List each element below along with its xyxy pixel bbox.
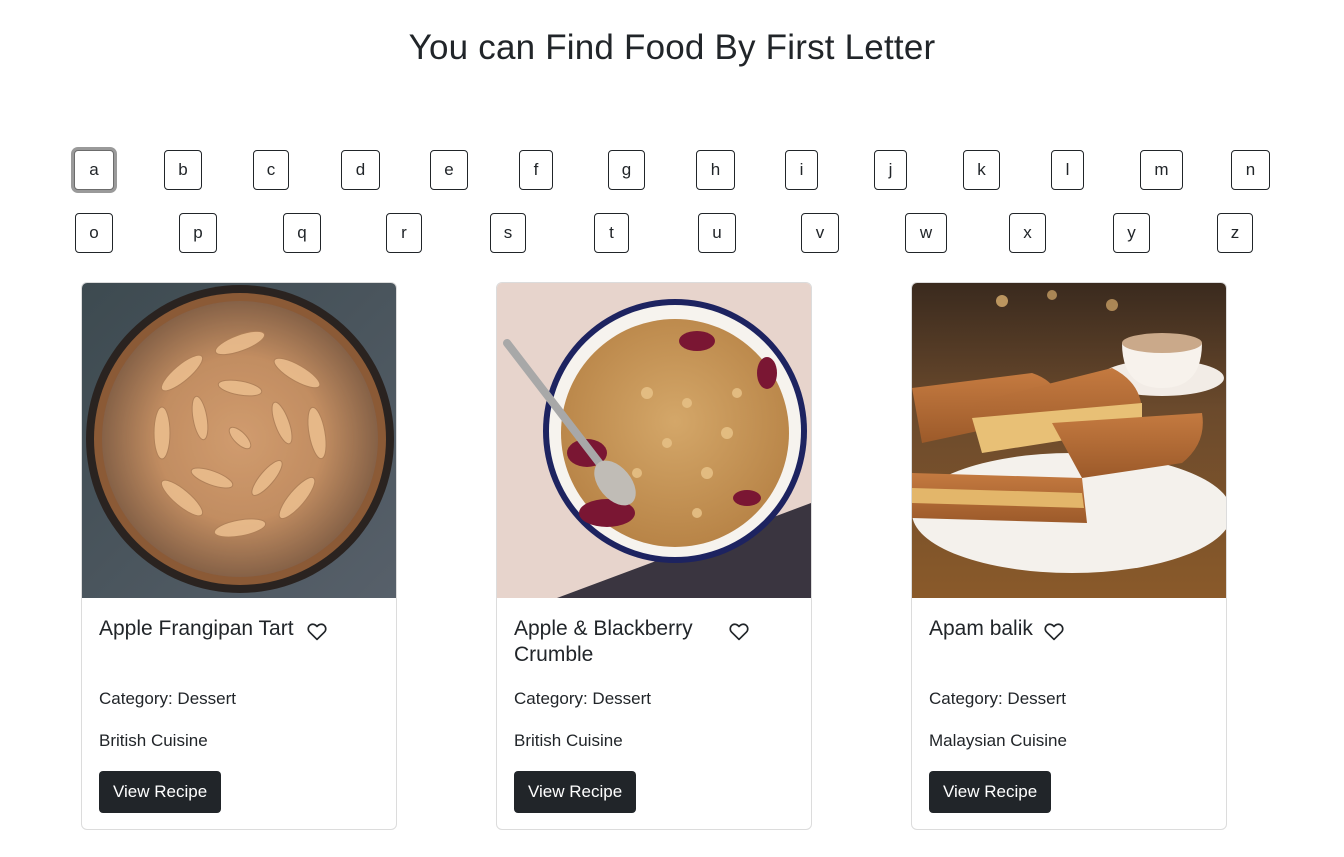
- letter-button-c[interactable]: c: [253, 150, 289, 190]
- meal-image-apple-blackberry-crumble: [497, 283, 811, 598]
- letter-button-j[interactable]: j: [874, 150, 907, 190]
- letter-button-y[interactable]: y: [1113, 213, 1150, 253]
- letter-button-b[interactable]: b: [164, 150, 202, 190]
- meal-card: Apple & Blackberry Crumble Category: Des…: [496, 282, 812, 830]
- letter-row-1: a b c d e f g h i j k l m n: [0, 150, 1344, 192]
- letter-button-r[interactable]: r: [386, 213, 422, 253]
- letter-button-m[interactable]: m: [1140, 150, 1183, 190]
- letter-button-u[interactable]: u: [698, 213, 736, 253]
- view-recipe-button[interactable]: View Recipe: [929, 771, 1052, 813]
- meal-title: Apam balik: [929, 617, 1033, 640]
- letter-button-q[interactable]: q: [283, 213, 321, 253]
- letter-button-g[interactable]: g: [608, 150, 645, 190]
- view-recipe-button[interactable]: View Recipe: [514, 771, 637, 813]
- heart-icon[interactable]: [729, 622, 749, 641]
- letter-button-s[interactable]: s: [490, 213, 526, 253]
- letter-row-2: o p q r s t u v w x y z: [0, 213, 1344, 255]
- letter-button-d[interactable]: d: [341, 150, 380, 190]
- letter-button-f[interactable]: f: [519, 150, 553, 190]
- page-title: You can Find Food By First Letter: [408, 28, 936, 67]
- letter-button-l[interactable]: l: [1051, 150, 1084, 190]
- meal-image-apple-frangipan-tart: [82, 283, 396, 598]
- meal-cuisine: British Cuisine: [514, 731, 623, 750]
- meal-cuisine: British Cuisine: [99, 731, 208, 750]
- letter-button-n[interactable]: n: [1231, 150, 1270, 190]
- letter-button-z[interactable]: z: [1217, 213, 1253, 253]
- letter-button-v[interactable]: v: [801, 213, 839, 253]
- letter-button-i[interactable]: i: [785, 150, 818, 190]
- meal-title: Apple Frangipan Tart: [99, 617, 294, 640]
- meal-image-apam-balik: [912, 283, 1226, 598]
- letter-button-p[interactable]: p: [179, 213, 217, 253]
- letter-button-k[interactable]: k: [963, 150, 1000, 190]
- meal-title: Apple & Blackberry Crumble: [514, 617, 693, 666]
- meal-card: Apple Frangipan Tart Category: Dessert B…: [81, 282, 397, 830]
- meal-category: Category: Dessert: [514, 689, 651, 708]
- meal-cuisine: Malaysian Cuisine: [929, 731, 1067, 750]
- view-recipe-button[interactable]: View Recipe: [99, 771, 222, 813]
- heart-icon[interactable]: [307, 622, 327, 641]
- meal-category: Category: Dessert: [929, 689, 1066, 708]
- meal-category: Category: Dessert: [99, 689, 236, 708]
- letter-button-a[interactable]: a: [74, 150, 114, 190]
- letter-button-t[interactable]: t: [594, 213, 629, 253]
- letter-button-x[interactable]: x: [1009, 213, 1046, 253]
- letter-button-w[interactable]: w: [905, 213, 947, 253]
- letter-button-h[interactable]: h: [696, 150, 735, 190]
- letter-button-o[interactable]: o: [75, 213, 113, 253]
- meal-card: Apam balik Category: Dessert Malaysian C…: [911, 282, 1227, 830]
- heart-icon[interactable]: [1044, 622, 1064, 641]
- letter-button-e[interactable]: e: [430, 150, 468, 190]
